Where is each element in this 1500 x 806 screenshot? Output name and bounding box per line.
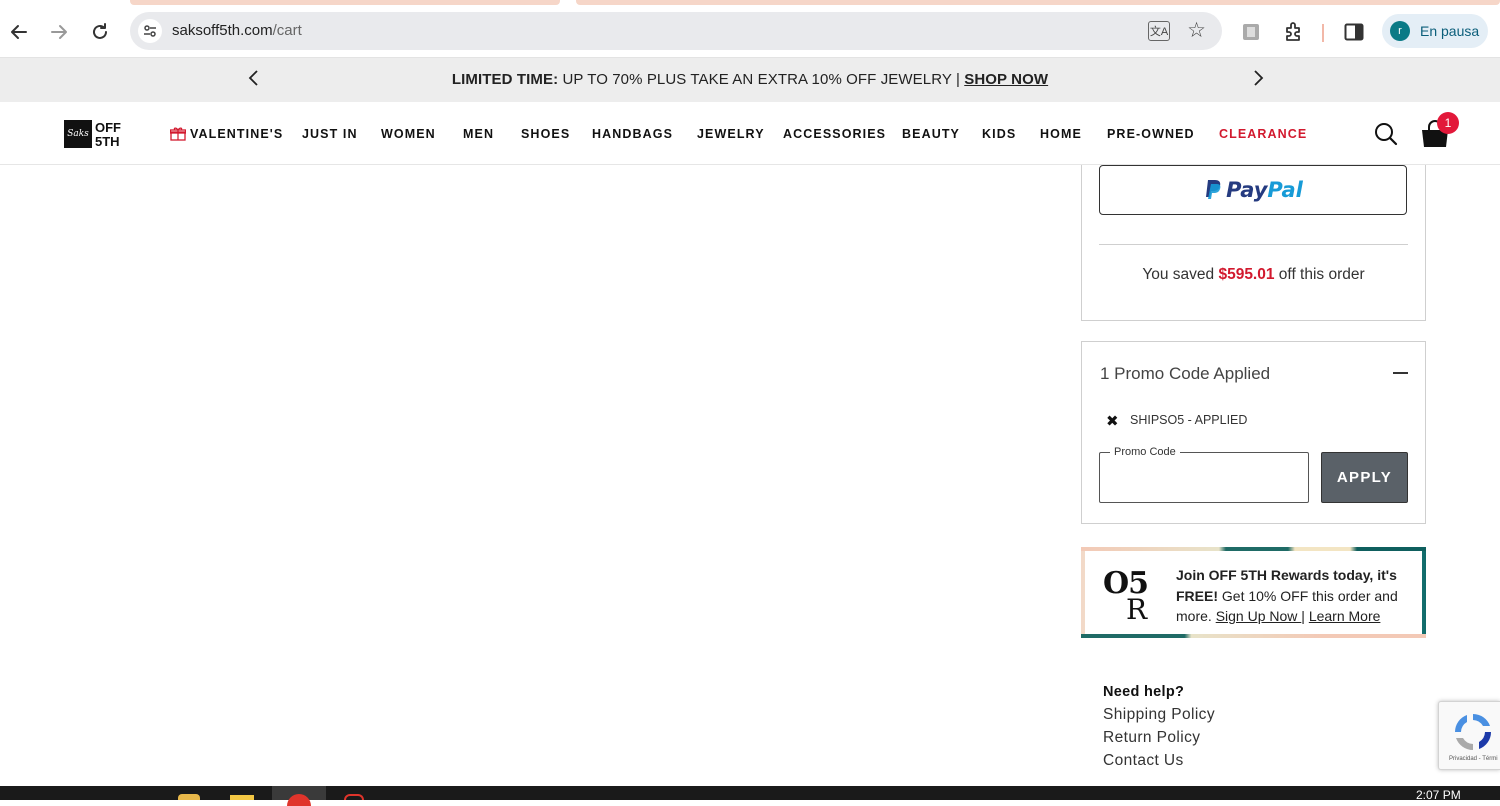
shipping-policy-link[interactable]: Shipping Policy	[1103, 706, 1215, 724]
logo-box: Saks	[64, 120, 92, 148]
promo-code-input[interactable]	[1108, 467, 1298, 491]
rewards-inner: O5 R Join OFF 5TH Rewards today, it's FR…	[1085, 551, 1422, 634]
rewards-text: Join OFF 5TH Rewards today, it's FREE! G…	[1176, 565, 1416, 627]
rewards-logo-r: R	[1126, 593, 1148, 626]
paypal-text-pay: Pay	[1226, 178, 1268, 202]
reload-icon	[93, 23, 107, 39]
url-path: /cart	[272, 22, 302, 39]
nav-pre-owned[interactable]: PRE-OWNED	[1107, 127, 1195, 141]
extensions-puzzle-icon[interactable]	[1282, 20, 1306, 44]
extension-icon[interactable]	[1240, 20, 1262, 44]
nav-accessories[interactable]: ACCESSORIES	[783, 127, 886, 141]
forward-arrow-icon	[51, 25, 67, 39]
logo-text-bottom: 5TH	[95, 134, 120, 149]
site-logo[interactable]: Saks OFF 5TH	[64, 120, 126, 150]
avatar: r	[1390, 21, 1410, 41]
help-heading: Need help?	[1103, 684, 1185, 700]
reload-button[interactable]	[86, 18, 114, 46]
nav-beauty[interactable]: BEAUTY	[902, 127, 960, 141]
chevron-right-icon	[1254, 70, 1264, 86]
cart-count-badge: 1	[1437, 112, 1459, 134]
learn-more-link[interactable]: Learn More	[1309, 608, 1381, 624]
banner-next-button[interactable]	[1252, 68, 1266, 94]
promo-banner: LIMITED TIME: UP TO 70% PLUS TAKE AN EXT…	[0, 58, 1500, 102]
recaptcha-text: Privacidad - Térmi	[1449, 756, 1498, 762]
banner-message: LIMITED TIME: UP TO 70% PLUS TAKE AN EXT…	[0, 71, 1500, 88]
sign-up-link[interactable]: Sign Up Now	[1216, 608, 1302, 624]
taskbar-app-icon[interactable]	[178, 794, 200, 800]
back-button[interactable]	[5, 18, 33, 46]
nav-valentines[interactable]: VALENTINE'S	[190, 127, 283, 141]
applied-code-label: SHIPSO5 - APPLIED	[1130, 413, 1248, 427]
rewards-banner: O5 R Join OFF 5TH Rewards today, it's FR…	[1081, 547, 1426, 638]
contact-us-link[interactable]: Contact Us	[1103, 752, 1184, 770]
os-taskbar: 2:07 PM	[0, 786, 1500, 806]
remove-code-icon[interactable]: ✖	[1106, 412, 1119, 430]
search-icon[interactable]	[1374, 122, 1398, 146]
side-panel-icon[interactable]	[1342, 20, 1366, 44]
nav-just-in[interactable]: JUST IN	[302, 127, 358, 141]
logo-text-top: OFF	[95, 120, 121, 135]
address-bar[interactable]: saksoff5th.com/cart 文A ☆	[130, 12, 1222, 50]
rewards-free: FREE!	[1176, 587, 1218, 604]
translate-icon[interactable]: 文A	[1148, 21, 1170, 41]
order-summary-card: PayPal You saved $595.01 off this order	[1081, 165, 1426, 321]
taskbar-app-icon-red[interactable]	[344, 794, 364, 800]
promo-title[interactable]: 1 Promo Code Applied	[1100, 364, 1270, 384]
collapse-minus-icon[interactable]	[1393, 372, 1408, 374]
site-info-icon[interactable]	[138, 19, 162, 43]
paypal-text-pal: Pal	[1267, 178, 1303, 202]
savings-summary: You saved $595.01 off this order	[1082, 266, 1425, 284]
bookmark-star-icon[interactable]: ☆	[1187, 18, 1206, 43]
promo-field-label: Promo Code	[1110, 446, 1180, 458]
recaptcha-badge[interactable]: Privacidad - Térmi	[1438, 701, 1500, 770]
nav-jewelry[interactable]: JEWELRY	[697, 127, 765, 141]
profile-status: En pausa	[1420, 23, 1480, 39]
site-header: Saks OFF 5TH VALENTINE'S JUST IN WOMEN M…	[0, 102, 1500, 165]
gift-icon	[169, 127, 187, 144]
divider	[1099, 244, 1408, 245]
browser-tab[interactable]	[130, 0, 560, 5]
nav-men[interactable]: MEN	[463, 127, 494, 141]
saved-amount: $595.01	[1218, 266, 1275, 283]
paypal-logo-icon	[1206, 180, 1221, 199]
folder-app-icon[interactable]	[230, 795, 254, 800]
rewards-headline: Join OFF 5TH Rewards today, it's	[1176, 567, 1397, 583]
promo-code-card: 1 Promo Code Applied ✖ SHIPSO5 - APPLIED…	[1081, 341, 1426, 524]
link-separator: |	[1301, 608, 1309, 624]
browser-toolbar: saksoff5th.com/cart 文A ☆ r En pausa	[0, 6, 1500, 58]
chrome-app-icon	[287, 794, 311, 806]
profile-button[interactable]: r En pausa	[1382, 14, 1488, 48]
toolbar-divider	[1322, 24, 1324, 42]
browser-tab[interactable]	[576, 0, 1500, 5]
nav-home[interactable]: HOME	[1040, 127, 1082, 141]
shop-now-link[interactable]: SHOP NOW	[964, 71, 1048, 88]
forward-button[interactable]	[45, 18, 73, 46]
nav-women[interactable]: WOMEN	[381, 127, 436, 141]
back-arrow-icon	[11, 25, 27, 39]
taskbar-app-active[interactable]	[272, 786, 326, 806]
nav-clearance[interactable]: CLEARANCE	[1219, 127, 1307, 141]
nav-shoes[interactable]: SHOES	[521, 127, 570, 141]
paypal-button[interactable]: PayPal	[1099, 165, 1407, 215]
banner-text: UP TO 70% PLUS TAKE AN EXTRA 10% OFF JEW…	[558, 71, 965, 88]
apply-button[interactable]: APPLY	[1321, 452, 1408, 503]
recaptcha-icon	[1455, 714, 1491, 750]
banner-bold-text: LIMITED TIME:	[451, 71, 559, 88]
nav-handbags[interactable]: HANDBAGS	[592, 127, 673, 141]
nav-kids[interactable]: KIDS	[982, 127, 1016, 141]
saved-prefix: You saved	[1142, 266, 1219, 283]
rewards-logo: O5 R	[1103, 566, 1153, 626]
rewards-border-bottom	[1081, 634, 1426, 638]
url-host: saksoff5th.com	[172, 22, 273, 39]
saved-suffix: off this order	[1274, 266, 1365, 283]
url-text: saksoff5th.com/cart	[172, 22, 302, 39]
return-policy-link[interactable]: Return Policy	[1103, 729, 1200, 747]
promo-code-field[interactable]: Promo Code	[1099, 446, 1309, 503]
